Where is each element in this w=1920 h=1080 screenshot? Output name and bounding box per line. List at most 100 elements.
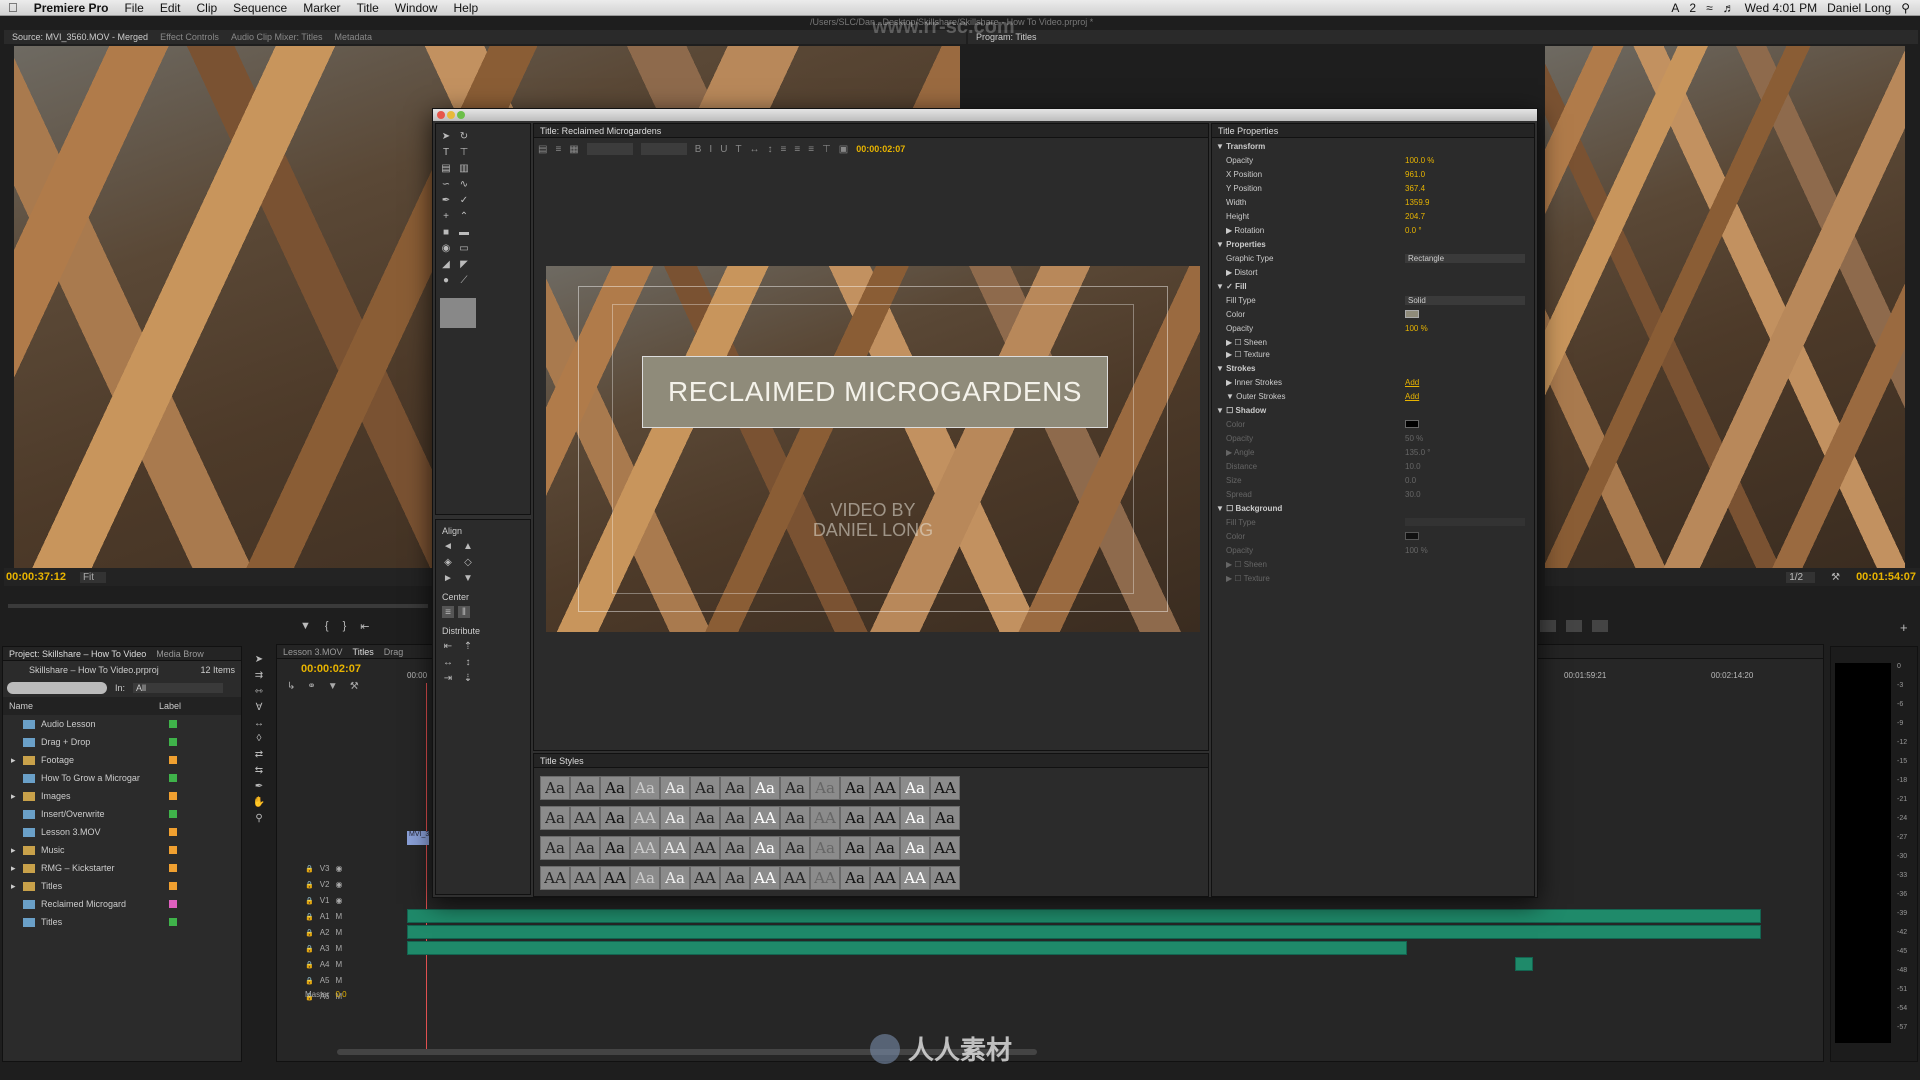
menu-clip[interactable]: Clip [189,1,226,15]
extract-icon[interactable] [1566,620,1582,632]
bold-icon[interactable]: B [695,144,702,155]
title-style-swatch[interactable]: Aa [780,836,810,860]
title-style-swatch[interactable]: Aa [720,776,750,800]
spotlight-icon[interactable]: ⚲ [1901,1,1910,15]
shadow-distance-value[interactable]: 10.0 [1405,462,1421,471]
kerning-icon[interactable]: ↔ [750,144,760,155]
title-style-swatch[interactable]: AA [600,866,630,890]
align-hcenter-icon[interactable]: ◈ [442,556,454,568]
track-header[interactable]: 🔒 A1 M [305,909,415,924]
label-color-chip[interactable] [169,756,177,764]
label-color-chip[interactable] [169,864,177,872]
tab-drag[interactable]: Drag [384,647,404,657]
bg-opacity-value[interactable]: 100 % [1405,546,1428,555]
title-style-swatch[interactable]: Aa [630,776,660,800]
menu-title[interactable]: Title [349,1,387,15]
label-color-chip[interactable] [169,882,177,890]
align-bottom-icon[interactable]: ▼ [462,572,474,584]
tab-media-browser[interactable]: Media Brow [156,649,204,659]
subtitle-text[interactable]: VIDEO BY DANIEL LONG [546,500,1200,540]
area-type-tool-icon[interactable]: ▤ [440,162,452,174]
align-text-left-icon[interactable]: ≡ [781,144,787,155]
pen-tool-icon[interactable]: ✒ [253,781,265,793]
label-color-chip[interactable] [169,738,177,746]
menu-file[interactable]: File [116,1,151,15]
roll-crawl-icon[interactable]: ≡ [555,144,561,155]
audio-clip-a5[interactable] [407,941,1407,955]
col-name[interactable]: Name [9,701,159,711]
distribute-top-icon[interactable]: ⇡ [462,640,474,652]
width-value[interactable]: 1359.9 [1405,198,1429,207]
shadow-color-swatch[interactable] [1405,420,1419,428]
title-style-swatch[interactable]: AA [630,836,660,860]
video-clip[interactable]: MVI_3 [407,831,429,845]
show-video-icon[interactable]: ▣ [839,144,848,155]
add-anchor-tool-icon[interactable]: + [440,210,452,222]
title-style-swatch[interactable]: Aa [900,806,930,830]
title-style-swatch[interactable]: AA [870,776,900,800]
distribute-right-icon[interactable]: ⇥ [442,672,454,684]
distribute-center-icon[interactable]: ↔ [442,656,454,668]
lock-icon[interactable]: 🔒 [305,881,314,889]
title-timecode[interactable]: 00:00:02:07 [856,144,905,154]
add-marker-icon[interactable]: ▼ [328,681,338,692]
label-color-chip[interactable] [169,918,177,926]
lock-icon[interactable]: 🔒 [305,913,314,921]
disclosure-icon[interactable]: ▸ [11,881,23,892]
font-size-icon[interactable]: T [735,144,741,155]
add-marker-icon[interactable]: ▼ [300,620,311,633]
title-style-swatch[interactable]: AA [690,866,720,890]
source-scrubber[interactable] [8,604,428,608]
center-horizontal-icon[interactable]: ≡ [442,606,454,618]
vertical-type-tool-icon[interactable]: ⊤ [458,146,470,158]
tab-titles[interactable]: Titles [353,647,374,657]
track-header[interactable]: 🔒 A5 M [305,973,415,988]
transform-section[interactable]: ▼ Transform [1216,140,1476,152]
wedge-tool-icon[interactable]: ◢ [440,258,452,270]
bg-sheen-row[interactable]: ▶ ☐ Sheen [1216,558,1476,570]
project-item[interactable]: Audio Lesson [3,715,241,733]
eye-icon[interactable]: ◉ [336,880,343,889]
vertical-area-type-tool-icon[interactable]: ▥ [458,162,470,174]
menu-edit[interactable]: Edit [152,1,189,15]
label-color-chip[interactable] [169,846,177,854]
sheen-row[interactable]: ▶ ☐ Sheen [1216,336,1476,348]
audio-clip-a4[interactable] [407,925,1761,939]
delete-anchor-tool-icon[interactable]: ✓ [458,194,470,206]
arc-tool-icon[interactable]: ◤ [458,258,470,270]
zoom-tool-icon[interactable]: ⚲ [253,812,265,824]
timeline-timecode[interactable]: 00:00:02:07 [301,663,361,675]
disclosure-icon[interactable]: ▸ [11,791,23,802]
title-style-swatch[interactable]: AA [570,806,600,830]
align-vcenter-icon[interactable]: ◇ [462,556,474,568]
close-window-icon[interactable] [437,111,445,119]
razor-tool-icon[interactable]: ◊ [253,733,265,745]
shadow-angle-value[interactable]: 135.0 ° [1405,448,1430,457]
title-style-swatch[interactable]: AA [660,836,690,860]
track-header[interactable]: 🔒 V3 ◉ [305,861,415,876]
zoom-window-icon[interactable] [457,111,465,119]
align-top-icon[interactable]: ▲ [462,540,474,552]
minimize-window-icon[interactable] [447,111,455,119]
xpos-value[interactable]: 961.0 [1405,170,1425,179]
label-color-chip[interactable] [169,774,177,782]
audio-clip-a6[interactable] [1515,957,1533,971]
rate-stretch-tool-icon[interactable]: ↔ [253,717,265,729]
track-header[interactable]: 🔒 A2 M [305,925,415,940]
label-color-chip[interactable] [169,810,177,818]
tab-title-properties[interactable]: Title Properties [1218,126,1278,136]
title-style-swatch[interactable]: AA [750,806,780,830]
title-style-swatch[interactable]: Aa [570,836,600,860]
go-to-in-icon[interactable]: ⇤ [360,620,369,633]
ellipse-tool-icon[interactable]: ● [440,274,452,286]
bg-texture-row[interactable]: ▶ ☐ Texture [1216,572,1476,584]
mark-in-icon[interactable]: { [325,620,329,633]
track-header[interactable]: 🔒 A4 M [305,957,415,972]
search-input[interactable] [7,682,107,694]
vertical-path-type-tool-icon[interactable]: ∿ [458,178,470,190]
disclosure-icon[interactable]: ▸ [11,755,23,766]
shadow-section[interactable]: ▼ ☐ Shadow [1216,404,1476,416]
project-item[interactable]: ▸ Images [3,787,241,805]
title-style-swatch[interactable]: AA [570,866,600,890]
shadow-opacity-value[interactable]: 50 % [1405,434,1423,443]
